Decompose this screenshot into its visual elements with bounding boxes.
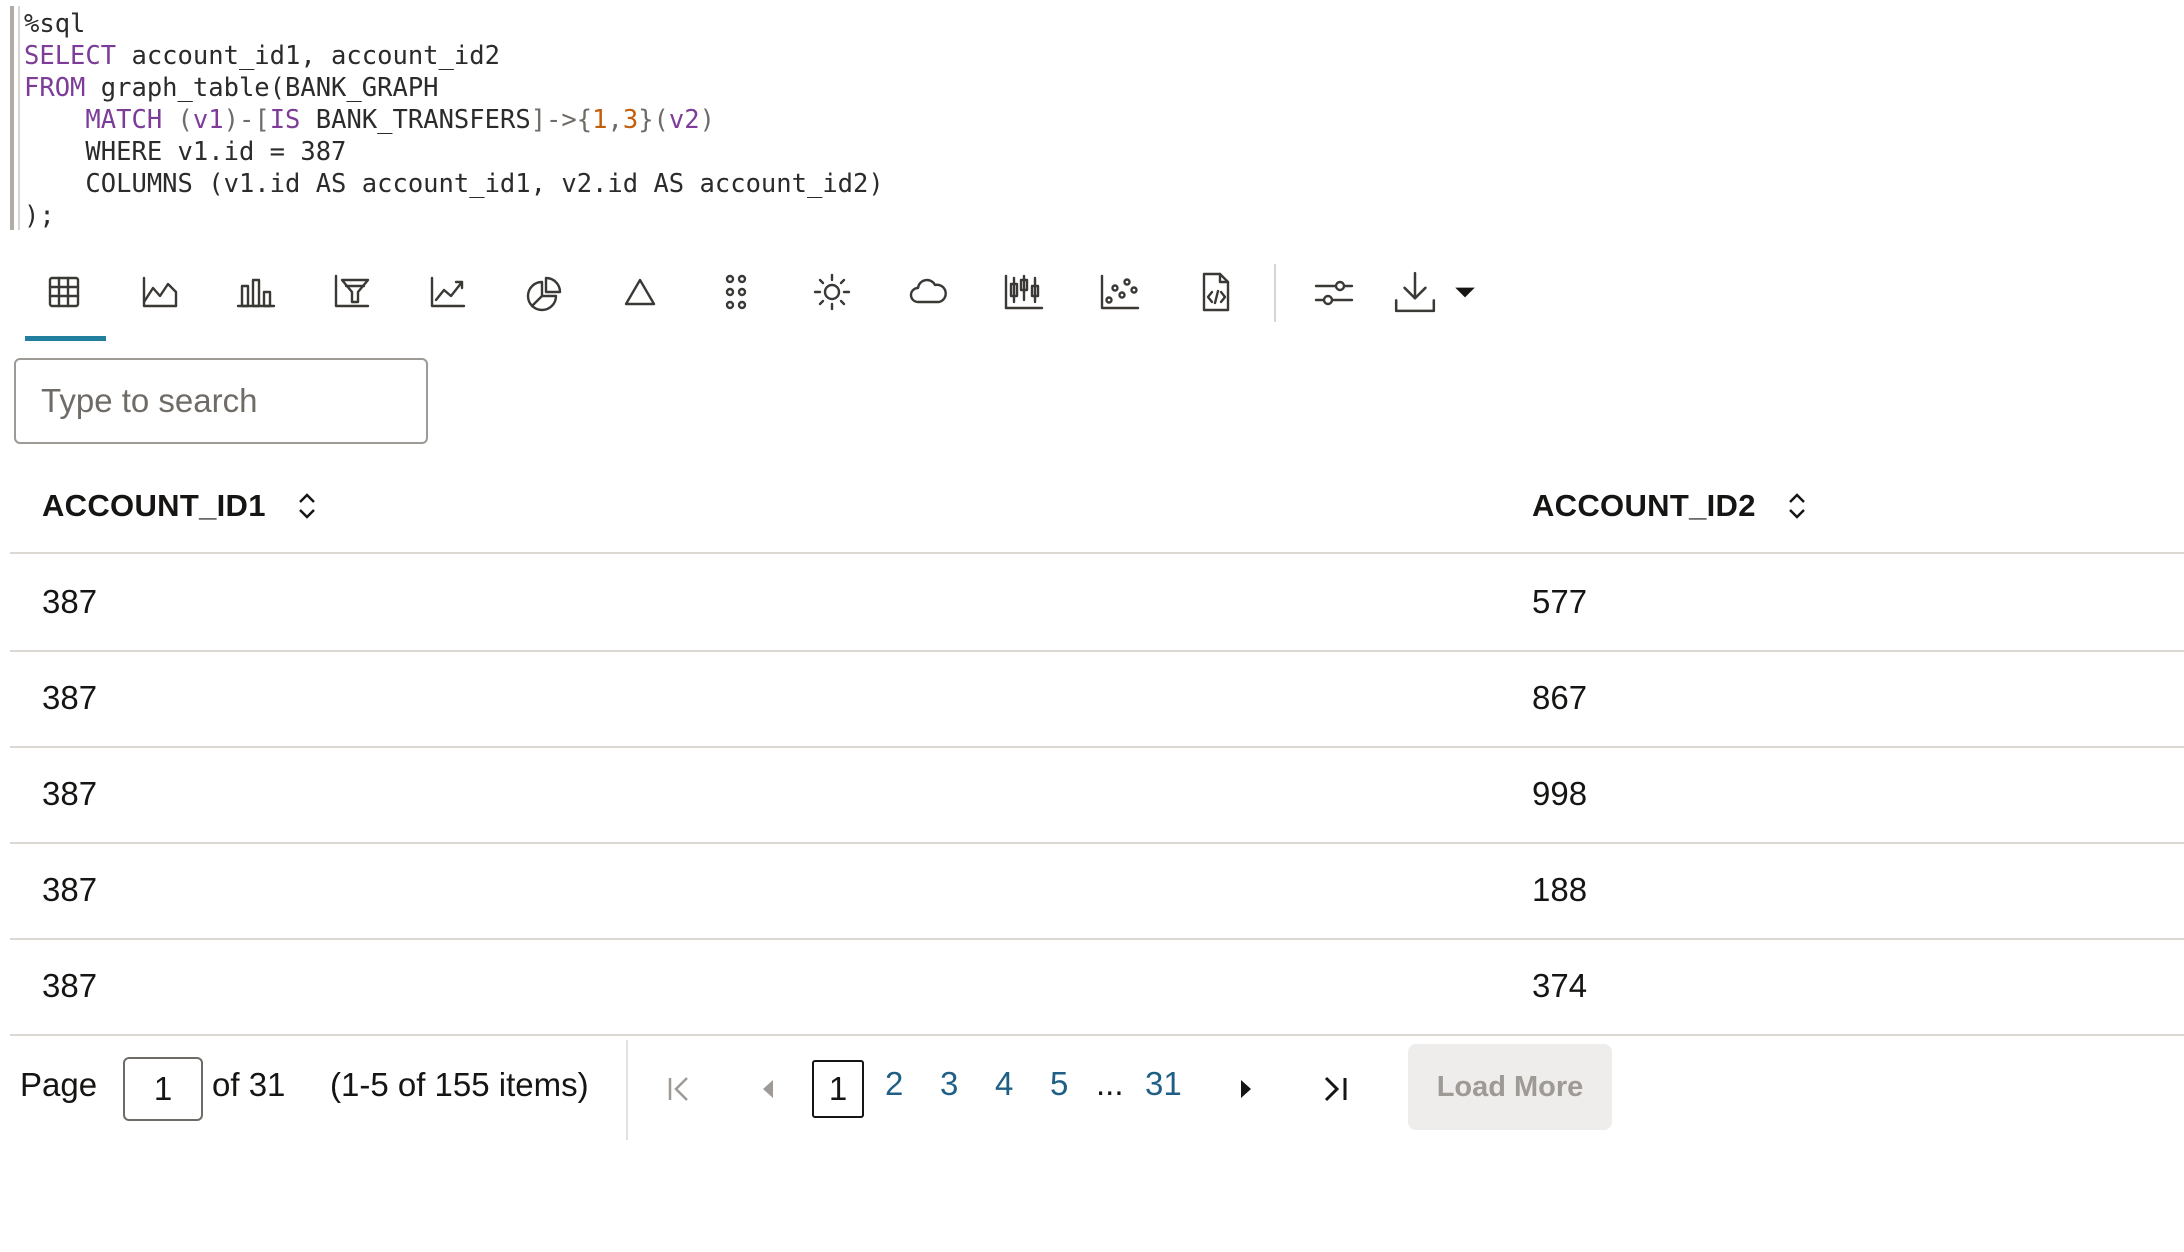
pie-chart-button[interactable]	[504, 262, 584, 322]
scatter-grid-button[interactable]	[696, 262, 776, 322]
cell-account-id1: 387	[42, 775, 98, 812]
tag-cloud-button[interactable]	[888, 262, 968, 322]
cell-account-id1: 387	[42, 871, 98, 908]
table-row[interactable]: 387 577	[10, 554, 2184, 652]
vertex-v1: v1	[192, 105, 224, 135]
area-chart-button[interactable]	[120, 262, 200, 322]
sunburst-chart-button[interactable]	[792, 262, 872, 322]
page-button-4[interactable]: 4	[995, 1065, 1013, 1103]
code-line-magic: %sql	[24, 9, 86, 39]
table-row[interactable]: 387 867	[10, 650, 2184, 748]
items-range-label: (1-5 of 155 items)	[330, 1066, 589, 1103]
select-columns: account_id1, account_id2	[116, 41, 500, 71]
chevron-right-icon	[1241, 1080, 1251, 1098]
keyword-is: IS	[269, 105, 301, 135]
search-input[interactable]	[14, 358, 428, 444]
code-file-icon	[1202, 272, 1230, 312]
pie-chart-icon	[526, 276, 562, 312]
table-row[interactable]: 387 188	[10, 842, 2184, 940]
sliders-icon	[1314, 280, 1354, 306]
chevron-down-icon	[1455, 287, 1475, 298]
column-header-account-id1[interactable]: ACCOUNT_ID1	[42, 460, 318, 552]
cell-account-id2: 577	[1532, 583, 1588, 620]
cell-account-id2: 188	[1532, 871, 1588, 908]
vertex-v2: v2	[668, 105, 700, 135]
sort-icon[interactable]	[296, 489, 318, 523]
pyramid-chart-button[interactable]	[600, 262, 680, 322]
line-chart-icon	[430, 276, 466, 308]
column-header-label: ACCOUNT_ID1	[42, 488, 266, 523]
page-number-input[interactable]	[123, 1057, 203, 1121]
cell-account-id2: 998	[1532, 775, 1588, 812]
from-clause: graph_table(BANK_GRAPH	[85, 73, 439, 103]
keyword-match: MATCH	[85, 105, 163, 135]
settings-button[interactable]	[1294, 262, 1374, 322]
triangle-icon	[624, 278, 656, 306]
where-clause: WHERE v1.id = 387	[85, 137, 347, 167]
sql-code[interactable]: %sql SELECT account_id1, account_id2 FRO…	[24, 8, 884, 232]
last-page-button[interactable]	[1310, 1062, 1360, 1116]
table-row[interactable]: 387 374	[10, 938, 2184, 1036]
scatter-icon	[1100, 274, 1140, 310]
editor-gutter-line	[18, 6, 20, 230]
page-total-label: of 31	[212, 1066, 286, 1103]
table-view-button[interactable]	[24, 262, 104, 322]
page-button-2[interactable]: 2	[885, 1065, 903, 1103]
pagination-ellipsis: ...	[1096, 1065, 1124, 1102]
editor-gutter-bar	[10, 6, 14, 230]
page-label: Page	[20, 1066, 98, 1103]
quantifier-max: 3	[622, 105, 639, 135]
page-button-3[interactable]: 3	[940, 1065, 958, 1103]
sort-icon[interactable]	[1786, 489, 1808, 523]
column-header-account-id2[interactable]: ACCOUNT_ID2	[1532, 460, 1808, 552]
cell-account-id1: 387	[42, 967, 98, 1004]
page-button-last[interactable]: 31	[1145, 1065, 1182, 1103]
code-editor[interactable]: %sql SELECT account_id1, account_id2 FRO…	[0, 0, 1140, 236]
funnel-chart-icon	[334, 274, 370, 308]
chevron-left-icon	[763, 1080, 773, 1098]
box-plot-icon	[1004, 274, 1044, 310]
bar-chart-icon	[236, 278, 276, 308]
first-page-icon	[668, 1077, 688, 1101]
funnel-chart-button[interactable]	[312, 262, 392, 322]
page-button-5[interactable]: 5	[1050, 1065, 1068, 1103]
cell-account-id1: 387	[42, 679, 98, 716]
html-view-button[interactable]	[1176, 262, 1256, 322]
toolbar-separator	[1274, 264, 1276, 322]
bar-chart-button[interactable]	[216, 262, 296, 322]
next-page-button[interactable]	[1221, 1062, 1271, 1116]
box-plot-button[interactable]	[984, 262, 1064, 322]
line-chart-button[interactable]	[408, 262, 488, 322]
dot-grid-icon	[725, 274, 747, 310]
cloud-icon	[909, 278, 947, 304]
previous-page-button[interactable]	[743, 1062, 793, 1116]
columns-clause: COLUMNS (v1.id AS account_id1, v2.id AS …	[85, 169, 884, 199]
pagination-bar: Page of 31 (1-5 of 155 items) 1 2 3 4 5 …	[0, 1032, 2184, 1156]
download-button[interactable]	[1392, 262, 1496, 322]
keyword-from: FROM	[24, 73, 86, 103]
cell-account-id2: 867	[1532, 679, 1588, 716]
download-icon	[1394, 271, 1436, 313]
grid-icon	[48, 276, 80, 308]
edge-label: BANK_TRANSFERS	[300, 105, 531, 135]
first-page-button[interactable]	[655, 1062, 705, 1116]
table-row[interactable]: 387 998	[10, 746, 2184, 844]
scatter-chart-button[interactable]	[1080, 262, 1160, 322]
sun-icon	[813, 273, 851, 311]
last-page-icon	[1324, 1076, 1347, 1102]
quantifier-min: 1	[592, 105, 608, 135]
page-button-1[interactable]: 1	[812, 1060, 864, 1118]
load-more-button[interactable]: Load More	[1408, 1044, 1612, 1130]
column-header-label: ACCOUNT_ID2	[1532, 488, 1756, 523]
cell-account-id1: 387	[42, 583, 98, 620]
pagination-separator	[626, 1040, 628, 1140]
close-paren: );	[24, 201, 55, 231]
area-chart-icon	[142, 276, 178, 308]
active-tab-indicator	[25, 336, 106, 341]
keyword-select: SELECT	[24, 41, 117, 71]
cell-account-id2: 374	[1532, 967, 1588, 1004]
